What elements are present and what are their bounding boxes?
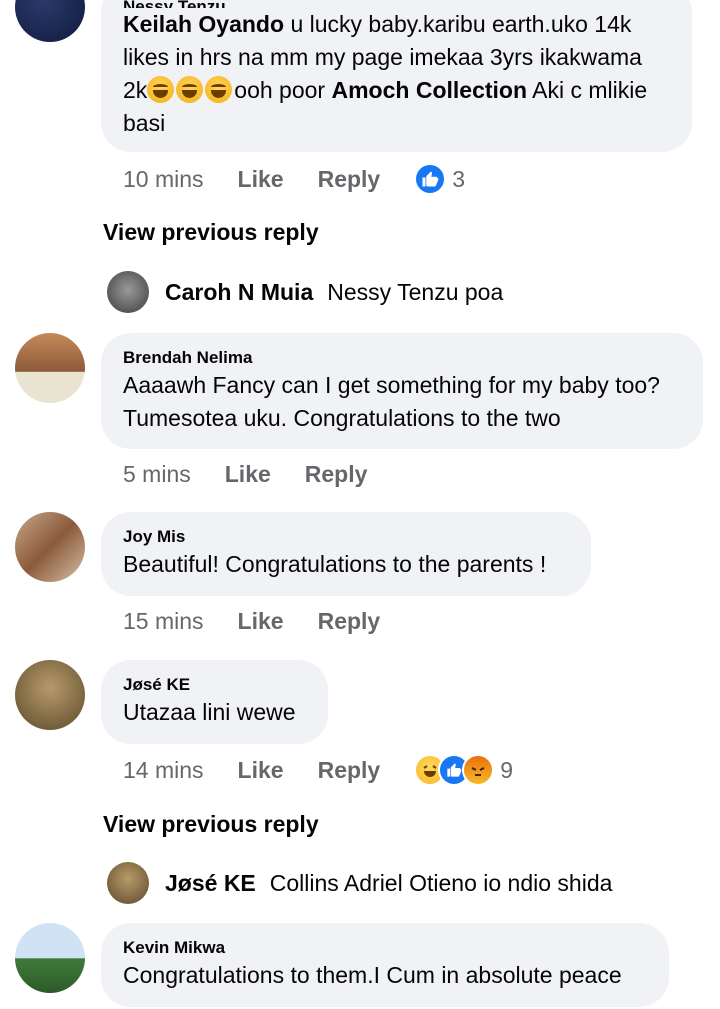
reaction-count: 3	[452, 165, 466, 192]
comment-text: Keilah Oyando u lucky baby.karibu earth.…	[123, 8, 670, 140]
comment-meta: 14 mins Like Reply 9	[123, 754, 513, 786]
view-previous-reply-link[interactable]: View previous reply	[103, 811, 319, 838]
view-previous-reply-link[interactable]: View previous reply	[103, 219, 319, 246]
comment-author[interactable]: Joy Mis	[123, 526, 569, 548]
avatar	[107, 862, 149, 904]
timestamp[interactable]: 5 mins	[123, 461, 191, 488]
comment-bubble: Nessy Tenzu Keilah Oyando u lucky baby.k…	[101, 0, 692, 152]
reply-text: Nessy Tenzu poa	[327, 278, 504, 305]
avatar[interactable]	[15, 512, 85, 582]
reply-button[interactable]: Reply	[318, 608, 381, 635]
avatar[interactable]	[15, 660, 85, 730]
comment-author[interactable]: Nessy Tenzu	[123, 0, 670, 8]
laughing-emoji-icon	[205, 76, 233, 103]
comment-text: Utazaa lini wewe	[123, 699, 296, 725]
comment-bubble: Jøsé KE Utazaa lini wewe	[101, 660, 328, 744]
reply-author[interactable]: Jøsé KE	[165, 870, 256, 897]
comment-bubble: Joy Mis Beautiful! Congratulations to th…	[101, 512, 591, 596]
avatar	[107, 271, 149, 313]
like-button[interactable]: Like	[238, 166, 284, 193]
comment-author[interactable]: Kevin Mikwa	[123, 937, 647, 959]
avatar[interactable]	[15, 0, 85, 42]
comment-text-part: ooh poor	[234, 77, 326, 103]
comment-bubble: Brendah Nelima Aaaawh Fancy can I get so…	[101, 333, 703, 449]
angry-reaction-icon	[462, 754, 495, 786]
reply-button[interactable]: Reply	[318, 166, 381, 193]
comment-bubble: Kevin Mikwa Congratulations to them.I Cu…	[101, 923, 669, 1007]
reply-preview[interactable]: Jøsé KE Collins Adriel Otieno io ndio sh…	[107, 862, 612, 904]
reactions[interactable]: 3	[414, 163, 465, 195]
comment-text: Congratulations to them.I Cum in absolut…	[123, 962, 622, 988]
timestamp[interactable]: 10 mins	[123, 166, 204, 193]
comment-meta: 15 mins Like Reply	[123, 608, 414, 635]
mention-link[interactable]: Amoch Collection	[332, 77, 528, 103]
reply-author[interactable]: Caroh N Muia	[165, 279, 313, 306]
timestamp[interactable]: 15 mins	[123, 608, 204, 635]
reply-preview[interactable]: Caroh N Muia Nessy Tenzu poa	[107, 271, 503, 313]
reply-text: Collins Adriel Otieno io ndio shida	[269, 869, 613, 896]
comment-text: Aaaawh Fancy can I get something for my …	[123, 372, 660, 431]
comment-meta: 5 mins Like Reply	[123, 461, 401, 488]
avatar[interactable]	[15, 333, 85, 403]
mention-link[interactable]: Keilah Oyando	[123, 11, 284, 37]
comment-meta: 10 mins Like Reply 3	[123, 163, 465, 195]
reply-button[interactable]: Reply	[318, 757, 381, 784]
laughing-emoji-icon	[176, 76, 204, 103]
laughing-emoji-icon	[147, 76, 175, 103]
reaction-count: 9	[500, 756, 514, 783]
timestamp[interactable]: 14 mins	[123, 757, 204, 784]
avatar[interactable]	[15, 923, 85, 993]
reactions[interactable]: 9	[414, 754, 513, 786]
comment-author[interactable]: Brendah Nelima	[123, 347, 681, 369]
like-button[interactable]: Like	[238, 608, 284, 635]
like-reaction-icon	[414, 163, 447, 195]
reply-button[interactable]: Reply	[305, 461, 368, 488]
comment-author[interactable]: Jøsé KE	[123, 674, 306, 696]
comment-text: Beautiful! Congratulations to the parent…	[123, 551, 547, 577]
like-button[interactable]: Like	[225, 461, 271, 488]
like-button[interactable]: Like	[238, 757, 284, 784]
